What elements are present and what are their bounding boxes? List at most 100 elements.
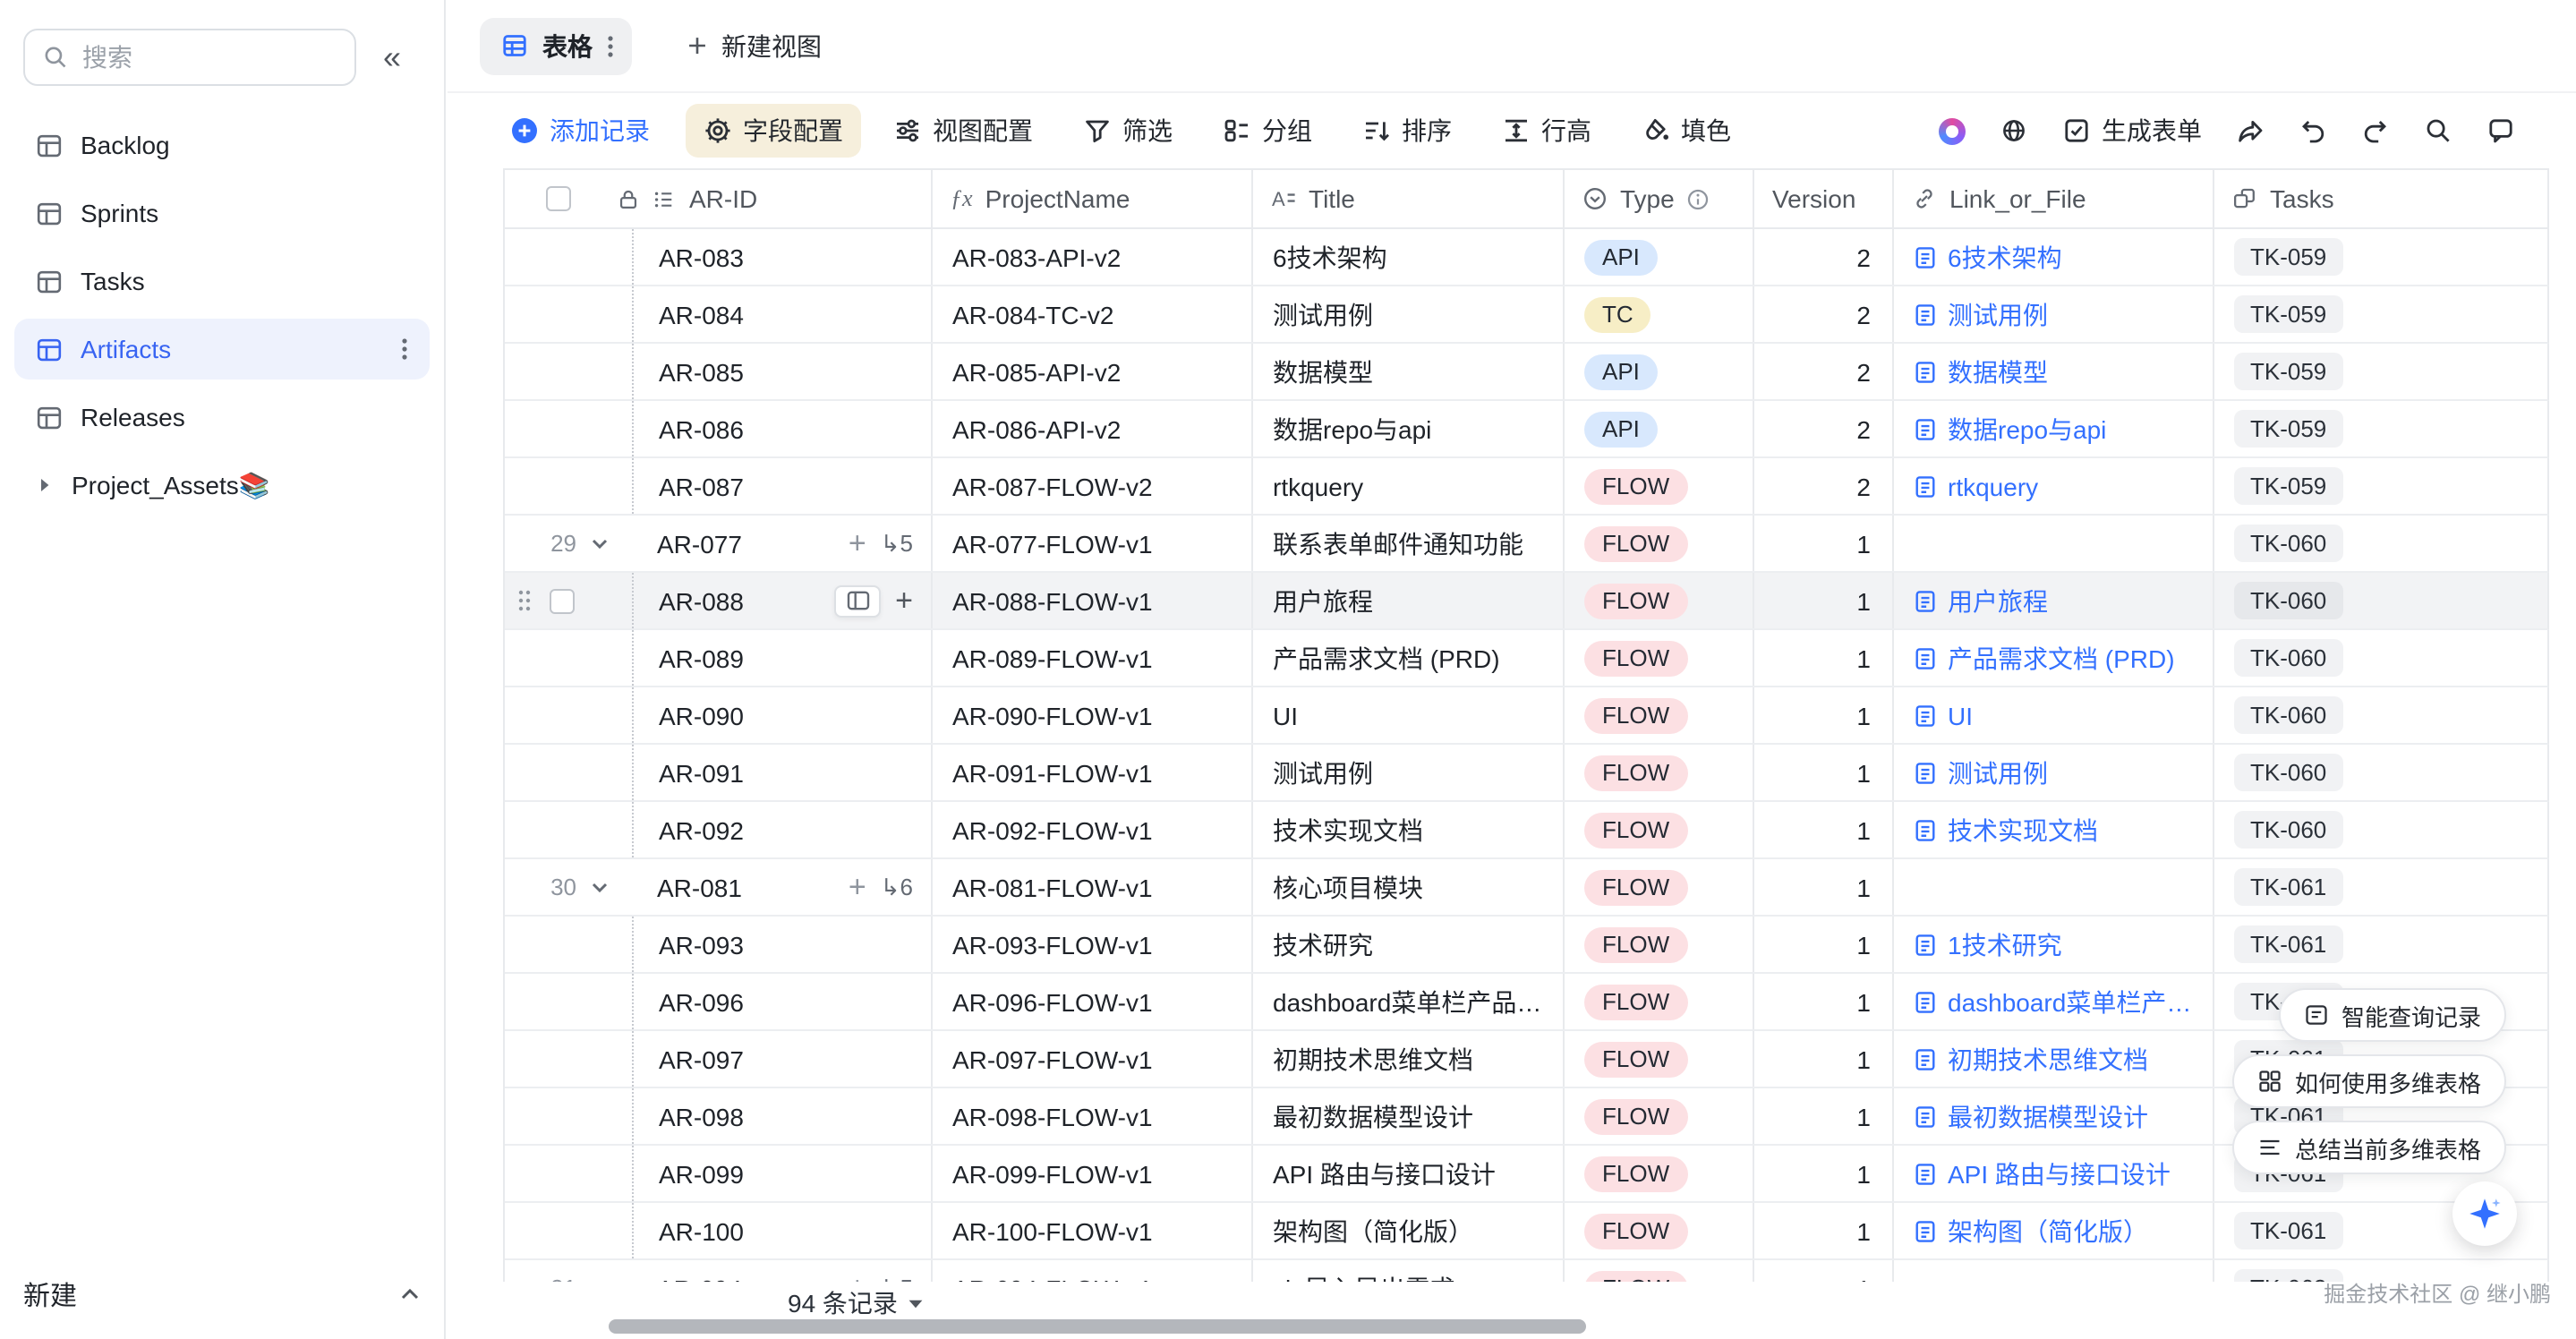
cell-arid[interactable]: AR-097 <box>505 1031 931 1087</box>
cell-version[interactable]: 1 <box>1753 802 1892 857</box>
open-record-button[interactable] <box>834 584 881 617</box>
cell-version[interactable]: 1 <box>1753 745 1892 800</box>
row-height-button[interactable]: 行高 <box>1502 113 1591 149</box>
cell-type[interactable]: FLOW <box>1563 859 1753 915</box>
cell-link[interactable]: API 路由与接口设计 <box>1892 1146 2213 1201</box>
file-link[interactable]: 数据repo与api <box>1948 411 2106 447</box>
cell-link[interactable]: 测试用例 <box>1892 745 2213 800</box>
cell-link[interactable]: 1技术研究 <box>1892 917 2213 972</box>
chevron-up-icon[interactable] <box>399 1285 421 1303</box>
cell-tasks[interactable]: TK-061 <box>2213 859 2549 915</box>
cell-type[interactable]: FLOW <box>1563 687 1753 743</box>
cell-title[interactable]: API 路由与接口设计 <box>1251 1146 1563 1201</box>
sidebar-item-sprints[interactable]: Sprints <box>14 183 430 243</box>
cell-projectname[interactable]: AR-086-API-v2 <box>931 401 1251 456</box>
cell-title[interactable]: 初期技术思维文档 <box>1251 1031 1563 1087</box>
cell-title[interactable]: 数据模型 <box>1251 344 1563 399</box>
view-config-button[interactable]: 视图配置 <box>893 113 1033 149</box>
header-title[interactable]: A Title <box>1251 170 1563 227</box>
undo-icon[interactable] <box>2299 116 2327 145</box>
table-row-ar-089[interactable]: AR-089AR-089-FLOW-v1产品需求文档 (PRD)FLOW1产品需… <box>505 630 2549 687</box>
cell-link[interactable]: 数据repo与api <box>1892 401 2213 456</box>
cell-type[interactable]: FLOW <box>1563 745 1753 800</box>
fill-color-button[interactable]: 填色 <box>1642 113 1731 149</box>
cell-type[interactable]: FLOW <box>1563 516 1753 571</box>
select-all-checkbox[interactable] <box>546 186 571 211</box>
cell-projectname[interactable]: AR-090-FLOW-v1 <box>931 687 1251 743</box>
cell-arid[interactable]: AR-092 <box>505 802 931 857</box>
cell-arid[interactable]: AR-099 <box>505 1146 931 1201</box>
cell-link[interactable]: 架构图（简化版） <box>1892 1203 2213 1258</box>
cell-tasks[interactable]: TK-060 <box>2213 630 2549 686</box>
table-row-ar-093[interactable]: AR-093AR-093-FLOW-v1技术研究FLOW11技术研究TK-061 <box>505 917 2549 974</box>
cell-projectname[interactable]: AR-089-FLOW-v1 <box>931 630 1251 686</box>
item-more-button[interactable] <box>401 337 408 362</box>
cell-title[interactable]: 核心项目模块 <box>1251 859 1563 915</box>
collapse-group-icon[interactable] <box>589 533 610 554</box>
cell-link[interactable]: 技术实现文档 <box>1892 802 2213 857</box>
table-row-ar-100[interactable]: AR-100AR-100-FLOW-v1架构图（简化版）FLOW1架构图（简化版… <box>505 1203 2549 1260</box>
cell-version[interactable]: 1 <box>1753 516 1892 571</box>
cell-arid[interactable]: AR-096 <box>505 974 931 1029</box>
sort-button[interactable]: 排序 <box>1362 113 1452 149</box>
tab-more-button[interactable] <box>607 33 614 58</box>
sidebar-item-artifacts[interactable]: Artifacts <box>14 319 430 380</box>
cell-version[interactable]: 1 <box>1753 917 1892 972</box>
file-link[interactable]: 技术实现文档 <box>1948 812 2098 848</box>
table-row-ar-090[interactable]: AR-090AR-090-FLOW-v1UIFLOW1UITK-060 <box>505 687 2549 745</box>
cell-title[interactable]: 架构图（简化版） <box>1251 1203 1563 1258</box>
cell-type[interactable]: FLOW <box>1563 1146 1753 1201</box>
cell-version[interactable]: 2 <box>1753 229 1892 285</box>
cell-type[interactable]: FLOW <box>1563 1088 1753 1144</box>
cell-projectname[interactable]: AR-084-TC-v2 <box>931 286 1251 342</box>
cell-tasks[interactable]: TK-060 <box>2213 687 2549 743</box>
cell-type[interactable]: FLOW <box>1563 1203 1753 1258</box>
header-type[interactable]: Type <box>1563 170 1753 227</box>
cell-arid[interactable]: 31 AR-094 + ↳5 <box>505 1260 931 1282</box>
cell-tasks[interactable]: TK-059 <box>2213 401 2549 456</box>
header-arid[interactable]: AR-ID <box>505 170 931 227</box>
table-row-ar-083[interactable]: AR-083AR-083-API-v26技术架构API26技术架构TK-059 <box>505 229 2549 286</box>
cell-arid[interactable]: AR-090 <box>505 687 931 743</box>
cell-version[interactable]: 1 <box>1753 630 1892 686</box>
file-link[interactable]: 测试用例 <box>1948 296 2048 332</box>
cell-link[interactable]: 用户旅程 <box>1892 573 2213 628</box>
cell-arid[interactable]: AR-098 <box>505 1088 931 1144</box>
cell-link[interactable]: 产品需求文档 (PRD) <box>1892 630 2213 686</box>
cell-arid[interactable]: 29 AR-077 + ↳5 <box>505 516 931 571</box>
cell-title[interactable]: dashboard菜单栏产品… <box>1251 974 1563 1029</box>
cell-type[interactable]: API <box>1563 229 1753 285</box>
cell-arid[interactable]: AR-085 <box>505 344 931 399</box>
field-config-button[interactable]: 字段配置 <box>686 104 861 158</box>
cell-tasks[interactable]: TK-061 <box>2213 917 2549 972</box>
cell-version[interactable]: 1 <box>1753 1203 1892 1258</box>
cell-projectname[interactable]: AR-099-FLOW-v1 <box>931 1146 1251 1201</box>
table-row-ar-092[interactable]: AR-092AR-092-FLOW-v1技术实现文档FLOW1技术实现文档TK-… <box>505 802 2549 859</box>
cell-version[interactable]: 2 <box>1753 286 1892 342</box>
share-icon[interactable] <box>2236 116 2265 145</box>
cell-projectname[interactable]: AR-081-FLOW-v1 <box>931 859 1251 915</box>
cell-version[interactable]: 2 <box>1753 344 1892 399</box>
sidebar-item-releases[interactable]: Releases <box>14 387 430 448</box>
cell-link[interactable]: 初期技术思维文档 <box>1892 1031 2213 1087</box>
cell-link[interactable] <box>1892 859 2213 915</box>
cell-type[interactable]: FLOW <box>1563 917 1753 972</box>
cell-arid[interactable]: AR-086 <box>505 401 931 456</box>
cell-version[interactable]: 1 <box>1753 1088 1892 1144</box>
cell-link[interactable] <box>1892 516 2213 571</box>
explore-globe-icon[interactable] <box>2000 116 2028 145</box>
add-record-button[interactable]: 添加记录 <box>510 113 650 149</box>
redo-icon[interactable] <box>2361 116 2390 145</box>
file-link[interactable]: 数据模型 <box>1948 354 2048 389</box>
cell-tasks[interactable]: TK-059 <box>2213 229 2549 285</box>
cell-arid[interactable]: AR-088 + <box>505 573 931 628</box>
file-link[interactable]: API 路由与接口设计 <box>1948 1156 2171 1191</box>
file-link[interactable]: 测试用例 <box>1948 755 2048 790</box>
ai-assistant-fab[interactable] <box>2452 1181 2517 1246</box>
cell-version[interactable]: 1 <box>1753 859 1892 915</box>
add-subrecord-button[interactable]: + <box>849 1273 866 1282</box>
file-link[interactable]: 最初数据模型设计 <box>1948 1098 2148 1134</box>
cell-title[interactable]: 数据repo与api <box>1251 401 1563 456</box>
add-subrecord-button[interactable]: + <box>895 585 913 616</box>
cell-title[interactable]: 技术实现文档 <box>1251 802 1563 857</box>
